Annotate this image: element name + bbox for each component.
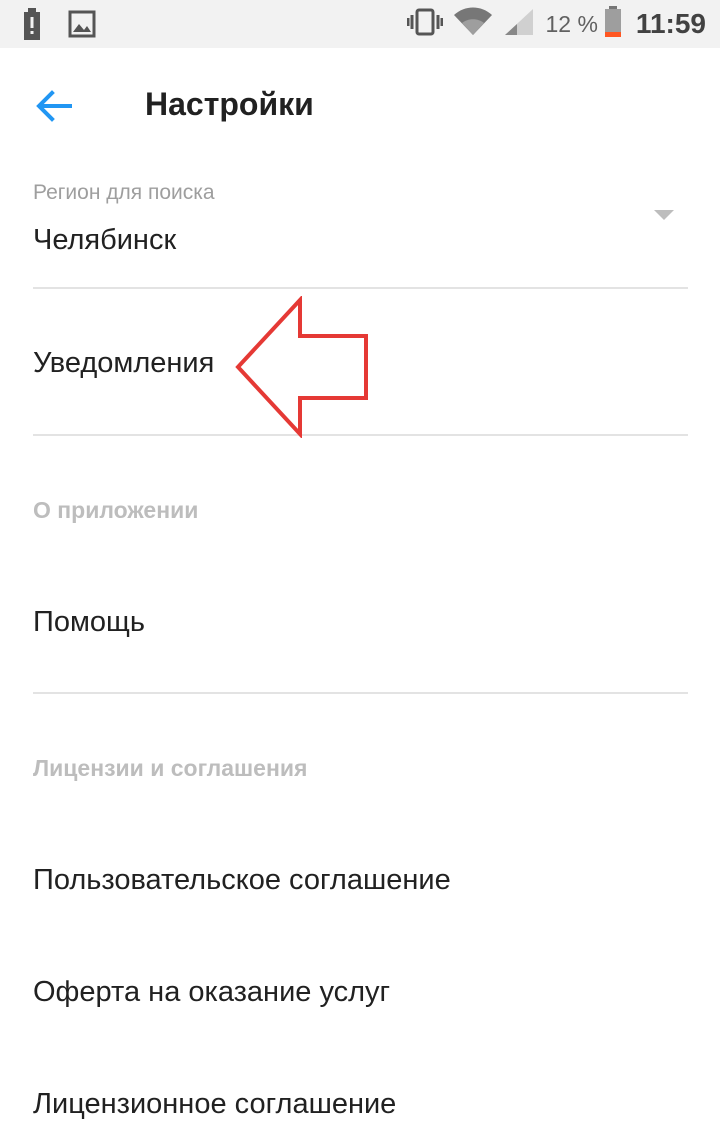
user-agreement-item[interactable]: Пользовательское соглашение <box>33 830 688 934</box>
help-label: Помощь <box>33 606 146 638</box>
cellular-signal-icon <box>503 7 535 42</box>
notifications-label: Уведомления <box>33 347 215 379</box>
arrow-left-icon <box>36 90 72 122</box>
vibrate-icon <box>406 8 444 41</box>
help-item[interactable]: Помощь <box>33 560 688 694</box>
status-bar: 12 % 11:59 <box>0 0 720 48</box>
status-time: 11:59 <box>635 8 706 39</box>
offer-item[interactable]: Оферта на оказание услуг <box>33 942 688 1046</box>
back-button[interactable] <box>30 82 78 130</box>
status-bar-left <box>22 8 96 45</box>
region-label: Регион для поиска <box>33 181 215 204</box>
alert-icon <box>22 8 42 45</box>
region-select[interactable]: Регион для поиска Челябинск <box>33 170 688 289</box>
dropdown-caret-icon <box>654 210 674 220</box>
license-agreement-label: Лицензионное соглашение <box>33 1088 397 1120</box>
page-title: Настройки <box>145 86 314 122</box>
section-header-licenses: Лицензии и соглашения <box>33 755 308 781</box>
offer-label: Оферта на оказание услуг <box>33 976 391 1008</box>
status-bar-right: 12 % 11:59 <box>397 5 706 43</box>
license-agreement-item[interactable]: Лицензионное соглашение <box>33 1054 688 1142</box>
battery-icon <box>604 5 622 43</box>
notifications-item[interactable]: Уведомления <box>33 289 688 436</box>
wifi-icon <box>453 7 493 42</box>
battery-percent: 12 % <box>545 10 598 37</box>
region-value: Челябинск <box>33 224 177 256</box>
user-agreement-label: Пользовательское соглашение <box>33 864 451 896</box>
image-icon <box>68 10 96 43</box>
app-bar: Настройки <box>0 48 720 160</box>
section-header-about: О приложении <box>33 497 199 523</box>
